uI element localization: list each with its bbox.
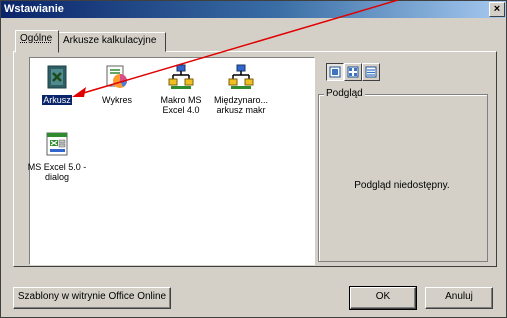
close-button[interactable]: × <box>489 2 505 17</box>
item-label-line2: arkusz makr <box>216 105 266 115</box>
details-view-button[interactable] <box>362 63 380 81</box>
dialog-title: Wstawianie <box>4 3 64 15</box>
item-label-line1: Międzynaro... <box>213 95 269 105</box>
dialog-sheet-icon <box>46 132 68 156</box>
worksheet-icon <box>47 65 67 89</box>
item-label-line2: Excel 4.0 <box>162 105 200 115</box>
list-view-icon <box>347 66 359 78</box>
list-item-dialog-sheet[interactable]: MS Excel 5.0 - dialog <box>22 130 92 182</box>
office-online-templates-button[interactable]: Szablony w witrynie Office Online <box>13 287 171 309</box>
list-view-button[interactable] <box>344 63 362 81</box>
item-label: Wykres <box>102 95 132 105</box>
preview-group <box>318 94 488 262</box>
tab-spreadsheets[interactable]: Arkusze kalkulacyjne <box>58 32 166 52</box>
cancel-button[interactable]: Anuluj <box>425 287 493 309</box>
ok-button[interactable]: OK <box>349 286 417 310</box>
international-macro-icon <box>228 64 254 89</box>
preview-legend: Podgląd <box>324 88 365 99</box>
tab-general-label: Ogólne <box>20 33 53 44</box>
details-view-icon <box>365 66 377 78</box>
large-icons-view-button[interactable] <box>326 63 344 81</box>
macro-sheet-icon <box>168 64 194 89</box>
item-label-line1: Makro MS <box>160 95 202 105</box>
item-label-line1: MS Excel 5.0 - <box>27 162 87 172</box>
preview-message: Podgląd niedostępny. <box>354 180 450 191</box>
title-bar[interactable]: Wstawianie × <box>1 1 506 18</box>
tab-general[interactable]: Ogólne <box>15 30 59 53</box>
list-item-chart[interactable]: Wykres <box>82 63 152 105</box>
tab-spreadsheets-label: Arkusze kalkulacyjne <box>63 35 157 46</box>
icon-list[interactable]: Arkusz Wykres Makro MS Excel 4.0 Międzyn… <box>28 57 315 265</box>
large-icons-view-icon <box>329 66 341 78</box>
chart-icon <box>106 65 127 88</box>
list-item-international-macro[interactable]: Międzynaro... arkusz makr <box>206 63 276 115</box>
item-label: Arkusz <box>42 95 72 105</box>
item-label-line2: dialog <box>44 172 70 182</box>
